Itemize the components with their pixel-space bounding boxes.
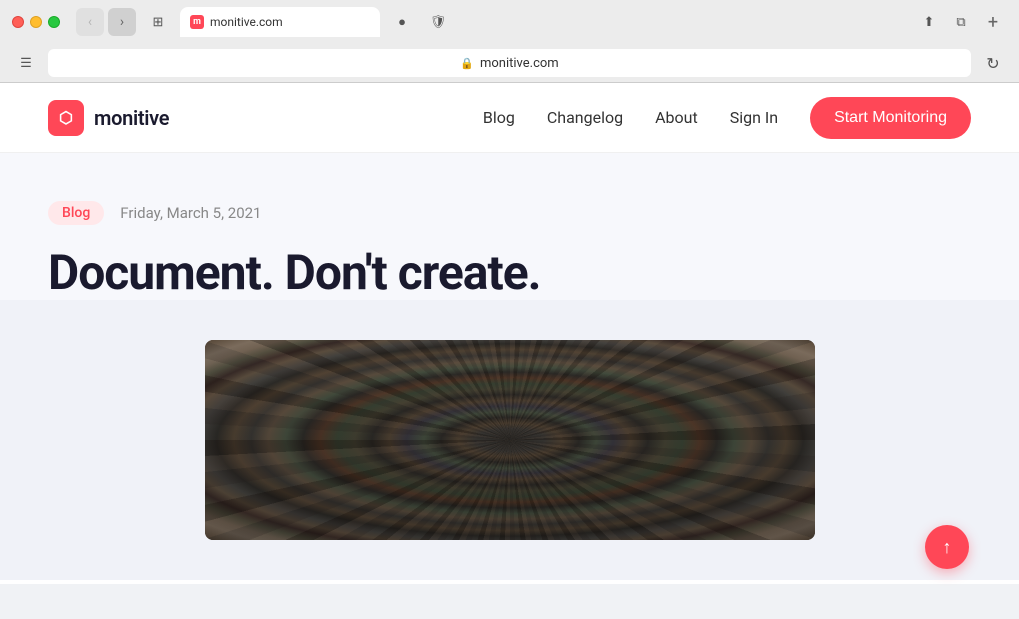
logo-text: monitive [94, 106, 169, 130]
blog-tag: Blog [48, 201, 104, 225]
active-tab[interactable]: m monitive.com [180, 7, 380, 37]
refresh-button[interactable]: ↻ [979, 49, 1007, 77]
sidebar-toggle-icon[interactable]: ⊞ [144, 8, 172, 36]
site-navigation: ⬡ monitive Blog Changelog About Sign In … [0, 83, 1019, 153]
tab-title: monitive.com [210, 15, 283, 29]
back-button[interactable]: ‹ [76, 8, 104, 36]
title-bar: ‹ › ⊞ m monitive.com ● 🛡 ⬆ ⧉ + [0, 0, 1019, 44]
share-icon[interactable]: ⬆ [915, 8, 943, 36]
privacy-icon[interactable]: ● [388, 8, 416, 36]
site-logo[interactable]: ⬡ monitive [48, 100, 169, 136]
nav-about-link[interactable]: About [655, 108, 698, 127]
maximize-button[interactable] [48, 16, 60, 28]
logo-icon: ⬡ [48, 100, 84, 136]
logo-icon-text: ⬡ [59, 108, 73, 127]
minimize-button[interactable] [30, 16, 42, 28]
scroll-to-top-button[interactable]: ↑ [925, 525, 969, 569]
start-monitoring-button[interactable]: Start Monitoring [810, 97, 971, 139]
right-browser-icons: ⬆ ⧉ + [915, 8, 1007, 36]
traffic-lights [12, 16, 60, 28]
lock-icon: 🔒 [460, 57, 474, 70]
blog-hero: Blog Friday, March 5, 2021 Document. Don… [0, 153, 1019, 300]
shield-icon[interactable]: 🛡 [424, 8, 452, 36]
nav-links: Blog Changelog About Sign In Start Monit… [483, 97, 971, 139]
nav-signin-link[interactable]: Sign In [730, 108, 778, 127]
reader-view-icon[interactable]: ☰ [12, 49, 40, 77]
new-tab-button[interactable]: + [979, 8, 1007, 36]
address-bar-row: ☰ 🔒 monitive.com ↻ [0, 44, 1019, 82]
url-text: monitive.com [480, 56, 559, 71]
spiral-image-visual [205, 340, 815, 540]
nav-changelog-link[interactable]: Changelog [547, 108, 623, 127]
nav-buttons: ‹ › [76, 8, 136, 36]
close-button[interactable] [12, 16, 24, 28]
forward-button[interactable]: › [108, 8, 136, 36]
browser-chrome: ‹ › ⊞ m monitive.com ● 🛡 ⬆ ⧉ + ☰ 🔒 monit… [0, 0, 1019, 83]
nav-blog-link[interactable]: Blog [483, 108, 515, 127]
blog-image [205, 340, 815, 540]
blog-meta: Blog Friday, March 5, 2021 [48, 201, 971, 225]
tab-favicon: m [190, 15, 204, 29]
website-content: ⬡ monitive Blog Changelog About Sign In … [0, 83, 1019, 584]
blog-date: Friday, March 5, 2021 [120, 204, 261, 222]
blog-body [0, 300, 1019, 580]
tab-overview-icon[interactable]: ⧉ [947, 8, 975, 36]
address-bar[interactable]: 🔒 monitive.com [48, 49, 971, 77]
blog-title: Document. Don't create. [48, 245, 971, 300]
